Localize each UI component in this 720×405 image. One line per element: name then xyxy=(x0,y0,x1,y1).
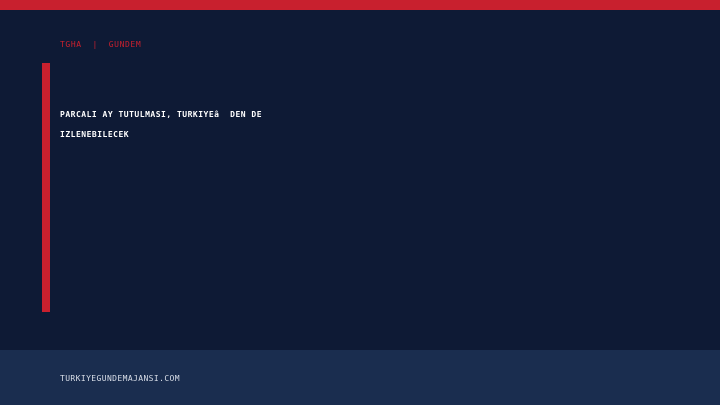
headline-accent-bar xyxy=(42,63,50,312)
section-kicker: TGHA | GUNDEM xyxy=(60,40,142,49)
footer-website-url: TURKIYEGUNDEMAJANSI.COM xyxy=(60,374,180,383)
footer: TURKIYEGUNDEMAJANSI.COM xyxy=(0,350,720,405)
top-accent-stripe xyxy=(0,0,720,10)
headline-line-1: PARCALI AY TUTULMASI, TURKIYEâ DEN DE xyxy=(60,110,263,119)
headline: PARCALI AY TUTULMASI, TURKIYEâ DEN DE IZ… xyxy=(60,105,480,145)
headline-line-2: IZLENEBILECEK xyxy=(60,130,130,139)
news-card: TGHA | GUNDEM PARCALI AY TUTULMASI, TURK… xyxy=(0,0,720,405)
